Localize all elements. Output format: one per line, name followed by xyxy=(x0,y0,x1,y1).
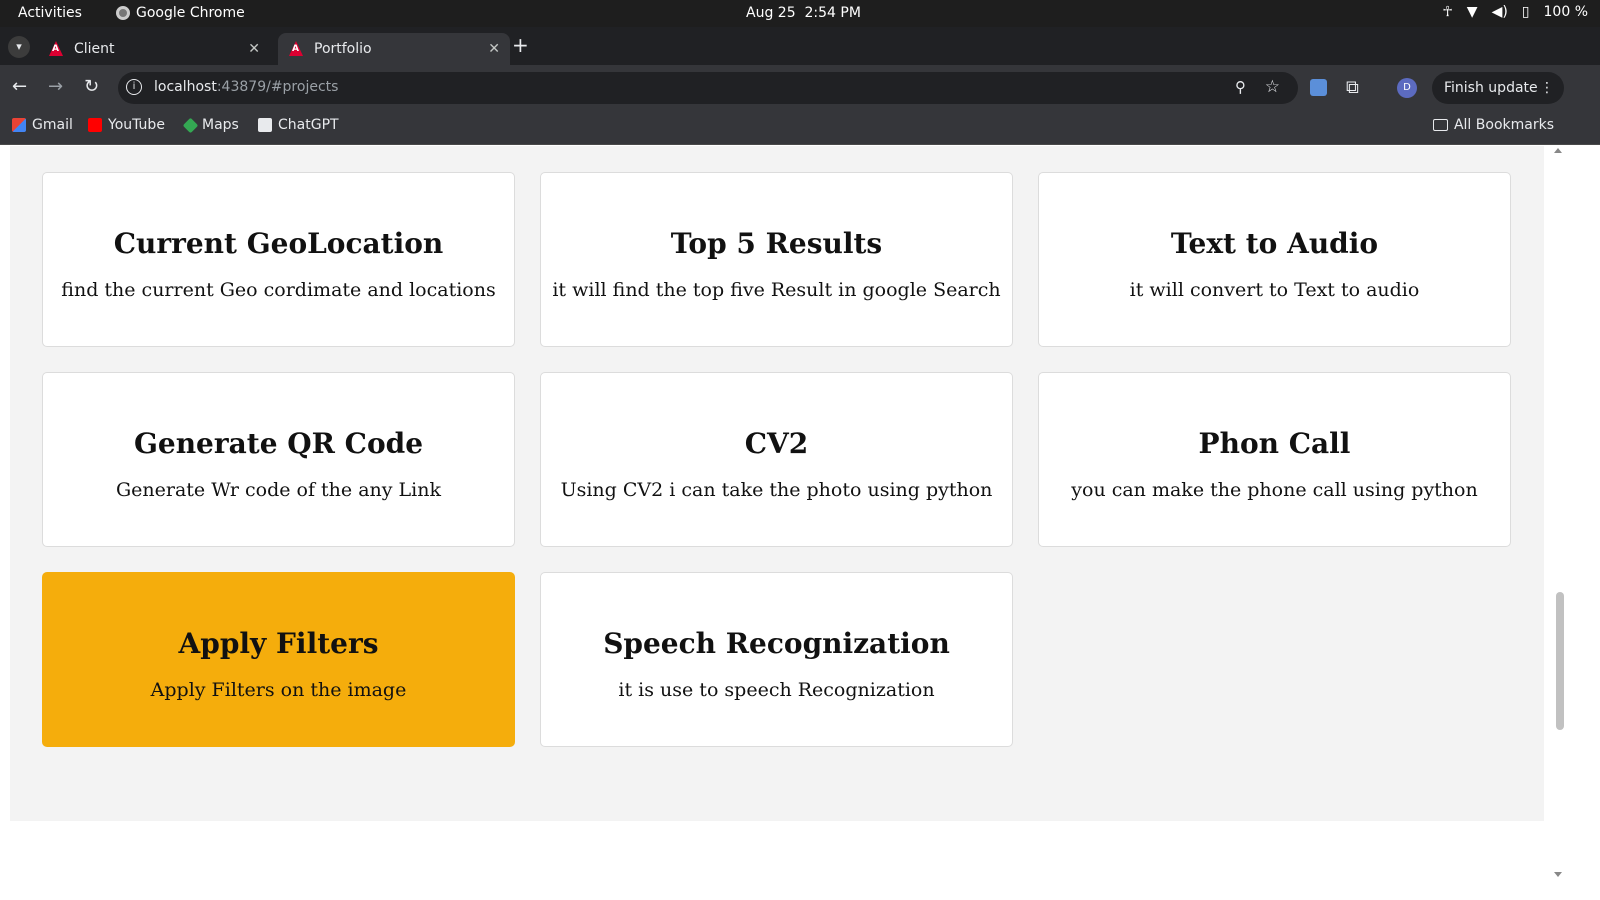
site-info-icon[interactable]: i xyxy=(126,79,142,95)
project-title: Apply Filters xyxy=(178,627,379,660)
system-top-bar: Activities Google Chrome Aug 25 2:54 PM … xyxy=(0,0,1600,27)
all-bookmarks-button[interactable]: All Bookmarks xyxy=(1432,117,1554,133)
battery-icon: ▯ xyxy=(1521,4,1530,20)
bookmark-maps[interactable]: Maps xyxy=(182,117,239,133)
url-path: :43879/#projects xyxy=(216,79,339,95)
wifi-icon: ▼ xyxy=(1466,4,1478,20)
project-description: it is use to speech Recognization xyxy=(618,679,935,701)
project-title: Speech Recognization xyxy=(603,627,950,660)
url-host: localhost xyxy=(154,79,217,95)
maps-icon xyxy=(182,117,199,133)
activities-button[interactable]: Activities xyxy=(18,5,82,21)
page-scrollbar[interactable] xyxy=(1552,146,1566,900)
project-card-cv2[interactable]: CV2 Using CV2 i can take the photo using… xyxy=(540,372,1013,547)
tab-title: Portfolio xyxy=(314,41,372,57)
project-description: Apply Filters on the image xyxy=(150,679,407,701)
gmail-icon xyxy=(12,118,26,132)
project-description: Using CV2 i can take the photo using pyt… xyxy=(560,479,993,501)
project-title: CV2 xyxy=(744,427,809,460)
new-tab-button[interactable]: + xyxy=(512,35,529,55)
forward-arrow-icon[interactable]: → xyxy=(48,77,63,97)
time: 2:54 PM xyxy=(804,5,861,21)
scroll-up-arrow-icon[interactable] xyxy=(1554,148,1562,153)
scroll-down-arrow-icon[interactable] xyxy=(1554,872,1562,877)
back-arrow-icon[interactable]: ← xyxy=(12,77,27,97)
project-title: Text to Audio xyxy=(1170,227,1379,260)
project-description: it will find the top five Result in goog… xyxy=(552,279,1001,301)
bookmark-star-icon[interactable]: ☆ xyxy=(1265,77,1280,97)
chatgpt-icon xyxy=(258,118,272,132)
extension-icon[interactable] xyxy=(1310,79,1327,96)
project-title: Top 5 Results xyxy=(670,227,883,260)
system-tray[interactable]: ☥ ▼ ◀) ▯ 100 % xyxy=(1442,4,1588,20)
date: Aug 25 xyxy=(746,5,796,21)
url-text[interactable]: localhost:43879/#projects xyxy=(154,79,338,95)
bookmark-label: YouTube xyxy=(108,117,165,133)
close-tab-icon[interactable]: ✕ xyxy=(488,41,500,57)
project-card-speech-recognition[interactable]: Speech Recognization it is use to speech… xyxy=(540,572,1013,747)
project-description: you can make the phone call using python xyxy=(1071,479,1478,501)
extensions-puzzle-icon[interactable]: ⧉ xyxy=(1346,77,1359,98)
project-description: it will convert to Text to audio xyxy=(1129,279,1420,301)
bookmark-label: Gmail xyxy=(32,117,73,133)
app-menu[interactable]: Google Chrome xyxy=(116,5,245,21)
close-tab-icon[interactable]: ✕ xyxy=(248,41,260,57)
angular-icon xyxy=(288,41,304,57)
all-bookmarks-label: All Bookmarks xyxy=(1453,117,1554,133)
tab-client[interactable]: Client ✕ xyxy=(38,33,270,65)
project-card-top-results[interactable]: Top 5 Results it will find the top five … xyxy=(540,172,1013,347)
tab-title: Client xyxy=(74,41,115,57)
project-card-geolocation[interactable]: Current GeoLocation find the current Geo… xyxy=(42,172,515,347)
project-title: Generate QR Code xyxy=(133,427,424,460)
finish-update-button[interactable]: Finish update ⋮ xyxy=(1432,72,1564,104)
zoom-icon[interactable]: ⚲ xyxy=(1235,78,1246,96)
folder-icon xyxy=(1432,119,1448,131)
browser-toolbar: ← → ↻ i localhost:43879/#projects ⚲ ☆ ⧉ … xyxy=(0,65,1600,110)
profile-avatar[interactable]: D xyxy=(1397,78,1417,98)
battery-level: 100 % xyxy=(1543,4,1588,20)
chrome-icon xyxy=(116,6,130,20)
finish-update-label: Finish update xyxy=(1444,80,1538,96)
bookmark-gmail[interactable]: Gmail xyxy=(12,117,73,133)
bookmark-label: ChatGPT xyxy=(278,117,339,133)
volume-icon: ◀) xyxy=(1491,4,1508,20)
app-name: Google Chrome xyxy=(136,5,245,21)
project-title: Phon Call xyxy=(1198,427,1351,460)
address-bar[interactable]: i localhost:43879/#projects ⚲ ☆ xyxy=(118,72,1298,104)
bookmarks-bar: Gmail YouTube Maps ChatGPT All Bookmarks xyxy=(0,110,1600,145)
reload-icon[interactable]: ↻ xyxy=(84,77,99,97)
project-card-qr-code[interactable]: Generate QR Code Generate Wr code of the… xyxy=(42,372,515,547)
tab-strip: ▾ Client ✕ Portfolio ✕ xyxy=(0,27,1600,65)
bookmark-label: Maps xyxy=(202,117,239,133)
project-title: Current GeoLocation xyxy=(113,227,444,260)
project-card-phone-call[interactable]: Phon Call you can make the phone call us… xyxy=(1038,372,1511,547)
tab-search-button[interactable]: ▾ xyxy=(8,36,30,58)
projects-section: Current GeoLocation find the current Geo… xyxy=(10,146,1544,821)
clock[interactable]: Aug 25 2:54 PM xyxy=(746,5,861,21)
project-card-apply-filters[interactable]: Apply Filters Apply Filters on the image xyxy=(42,572,515,747)
bookmark-chatgpt[interactable]: ChatGPT xyxy=(258,117,339,133)
project-description: Generate Wr code of the any Link xyxy=(115,479,441,501)
angular-icon xyxy=(48,41,64,57)
accessibility-icon[interactable]: ☥ xyxy=(1442,4,1452,20)
youtube-icon xyxy=(88,118,102,132)
scrollbar-thumb[interactable] xyxy=(1556,592,1564,730)
more-menu-icon: ⋮ xyxy=(1540,80,1554,96)
bookmark-youtube[interactable]: YouTube xyxy=(88,117,165,133)
page-viewport: Current GeoLocation find the current Geo… xyxy=(0,146,1600,900)
project-description: find the current Geo cordimate and locat… xyxy=(61,279,496,301)
project-card-text-to-audio[interactable]: Text to Audio it will convert to Text to… xyxy=(1038,172,1511,347)
tab-portfolio[interactable]: Portfolio ✕ xyxy=(278,33,510,65)
